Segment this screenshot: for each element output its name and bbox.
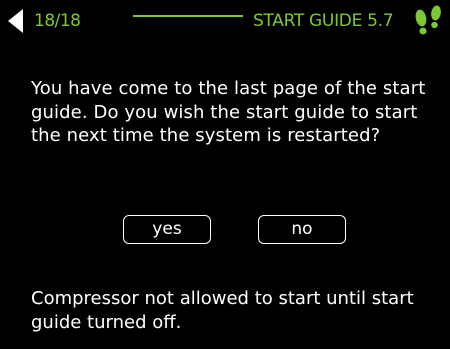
yes-button[interactable]: yes <box>123 215 211 244</box>
footprint-left <box>415 9 427 35</box>
page-indicator: 18/18 <box>34 11 81 31</box>
page-title: START GUIDE 5.7 <box>253 11 394 31</box>
footprint-right <box>431 5 441 29</box>
back-arrow-icon[interactable] <box>8 9 23 33</box>
no-button[interactable]: no <box>258 215 346 244</box>
footprints-icon <box>415 5 441 35</box>
start-guide-screen: 18/18 START GUIDE 5.7 You have come to t… <box>0 0 450 349</box>
message-text: You have come to the last page of the st… <box>31 78 426 146</box>
header-divider <box>133 15 243 17</box>
compressor-note: Compressor not allowed to start until st… <box>31 288 414 333</box>
